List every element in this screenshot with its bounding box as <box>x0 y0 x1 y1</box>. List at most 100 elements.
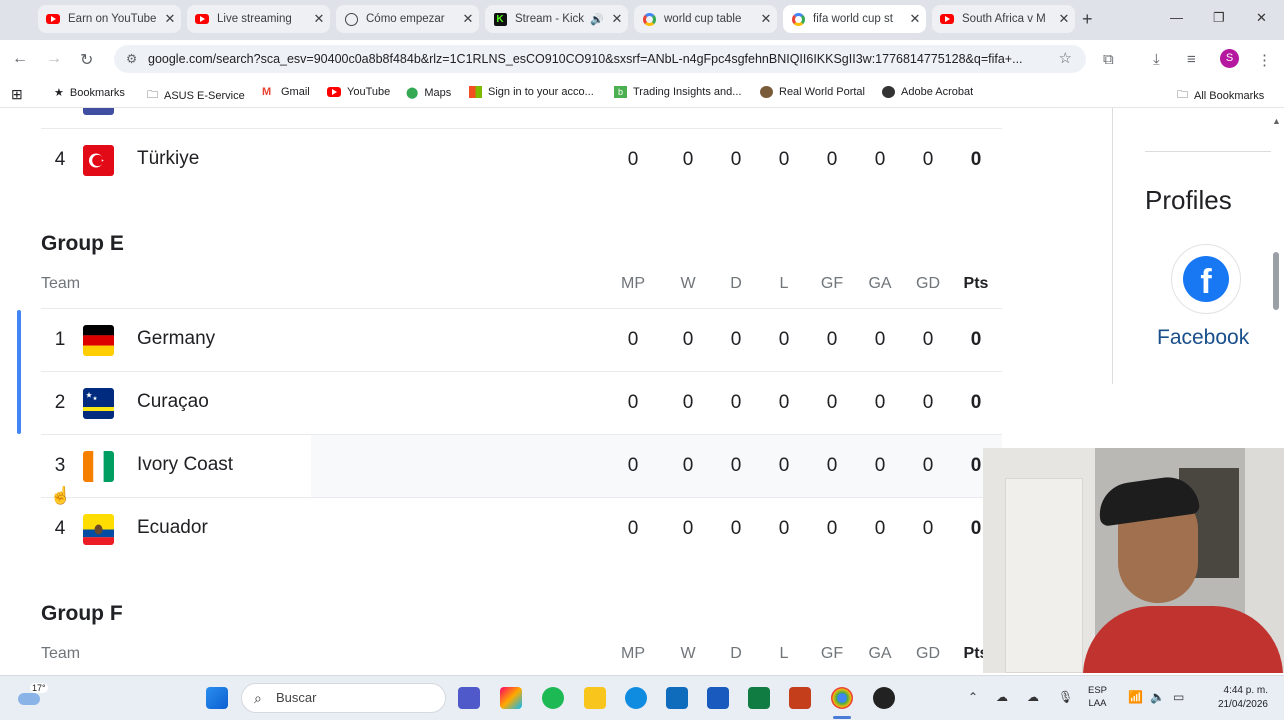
bookmark-star-icon[interactable]: ☆ <box>1059 45 1072 73</box>
table-row-hover[interactable]: 3 Ivory Coast 0 0 0 0 0 0 0 0 <box>41 434 1002 497</box>
table-row[interactable]: 1 Germany 0 0 0 0 0 0 0 0 <box>41 308 1002 371</box>
close-tab-icon[interactable]: ✕ <box>308 11 330 27</box>
tab-fifa-world-cup[interactable]: fifa world cup st ✕ <box>783 5 926 33</box>
bookmark-adobe[interactable]: Adobe Acrobat <box>882 86 973 98</box>
tab-title: Stream - Kick <box>515 13 585 25</box>
close-tab-icon[interactable]: ✕ <box>606 11 628 27</box>
download-icon[interactable]: ⤓ <box>1153 51 1160 68</box>
wifi-icon[interactable]: 📶 <box>1128 690 1143 704</box>
scrollbar-thumb[interactable] <box>1273 252 1279 310</box>
chrome-icon[interactable] <box>831 687 853 709</box>
stat-l: 0 <box>778 392 790 413</box>
obs-icon[interactable] <box>873 687 895 709</box>
close-tab-icon[interactable]: ✕ <box>457 11 479 27</box>
word-icon[interactable] <box>707 687 729 709</box>
stat-gd: 0 <box>922 455 934 476</box>
team-name[interactable]: Türkiye <box>137 148 199 170</box>
row-position: 4 <box>54 149 66 170</box>
team-name[interactable]: Germany <box>137 328 215 350</box>
scroll-up-icon[interactable]: ▲ <box>1272 116 1281 126</box>
language-indicator[interactable]: ESP LAA <box>1088 684 1107 710</box>
stat-pts: 0 <box>970 149 982 170</box>
spotify-icon[interactable] <box>542 687 564 709</box>
bookmark-maps[interactable]: ⬤ Maps <box>406 86 451 100</box>
table-header: Team MP W D L GF GA GD Pts <box>41 275 1002 305</box>
bookmark-label: Bookmarks <box>69 86 125 99</box>
stat-gf: 0 <box>826 392 838 413</box>
stat-ga: 0 <box>874 329 886 350</box>
tab-south-africa[interactable]: South Africa v M ✕ <box>932 5 1075 33</box>
minimize-button[interactable]: — <box>1170 10 1183 25</box>
copilot-icon[interactable] <box>500 687 522 709</box>
stat-l: 0 <box>778 149 790 170</box>
bookmark-real-world[interactable]: Real World Portal <box>760 86 865 98</box>
profile-avatar[interactable]: S <box>1220 49 1239 68</box>
bookmark-bookmarks[interactable]: ★ Bookmarks <box>54 86 125 100</box>
chevron-up-icon[interactable]: ⌃ <box>968 690 978 704</box>
col-team: Team <box>41 645 81 662</box>
table-row[interactable]: 2 Curaçao 0 0 0 0 0 0 0 0 <box>41 371 1002 434</box>
row-position: 3 <box>54 455 66 476</box>
reload-icon[interactable]: ↻ <box>80 50 93 70</box>
weather-widget[interactable]: 17° <box>18 683 48 707</box>
team-name[interactable]: Ivory Coast <box>137 454 233 476</box>
tab-kick-stream[interactable]: K Stream - Kick 🔊 ✕ <box>485 5 628 33</box>
tab-world-cup-table[interactable]: world cup table ✕ <box>634 5 777 33</box>
menu-icon[interactable]: ⋮ <box>1257 51 1272 69</box>
table-row[interactable]: 4 Türkiye 0 0 0 0 0 0 0 0 <box>41 128 1002 191</box>
table-row[interactable]: 4 Ecuador 0 0 0 0 0 0 0 0 <box>41 497 1002 560</box>
facebook-profile-button[interactable]: f <box>1171 244 1241 314</box>
maximize-button[interactable]: ❐ <box>1213 10 1225 26</box>
close-window-button[interactable]: ✕ <box>1256 10 1267 26</box>
stat-gf: 0 <box>826 329 838 350</box>
close-tab-icon[interactable]: ✕ <box>755 11 777 27</box>
col-gf: GF <box>820 645 844 662</box>
facebook-label[interactable]: Facebook <box>1157 326 1249 350</box>
close-tab-icon[interactable]: ✕ <box>159 11 181 27</box>
close-tab-icon[interactable]: ✕ <box>1053 11 1075 27</box>
extensions-icon[interactable]: ⧉ <box>1103 51 1114 68</box>
forward-arrow-icon[interactable]: → <box>46 50 62 68</box>
bookmark-youtube[interactable]: YouTube <box>327 86 390 98</box>
all-bookmarks[interactable]: 🗀 All Bookmarks <box>1177 86 1264 105</box>
tab-como-empezar[interactable]: Cómo empezar ✕ <box>336 5 479 33</box>
taskbar-search[interactable]: ⌕ Buscar <box>241 683 446 713</box>
youtube-icon <box>195 12 209 26</box>
hand-cursor-icon: ☝ <box>50 486 72 505</box>
team-name[interactable]: Ecuador <box>137 517 208 539</box>
apps-grid-icon[interactable]: ⊞ <box>11 86 23 103</box>
windows-start-icon[interactable] <box>206 687 228 709</box>
bookmark-gmail[interactable]: M Gmail <box>262 86 310 98</box>
cloud-icon[interactable]: ☁ <box>1027 690 1039 704</box>
bookmark-sign-in[interactable]: Sign in to your acco... <box>469 86 594 98</box>
battery-icon[interactable]: ▭ <box>1173 690 1184 704</box>
media-control-icon[interactable]: ≡ <box>1187 51 1196 68</box>
bookmark-trading[interactable]: b Trading Insights and... <box>614 86 741 98</box>
bookmark-asus[interactable]: 🗀 ASUS E-Service <box>147 86 245 105</box>
teams-icon[interactable] <box>458 687 480 709</box>
back-arrow-icon[interactable]: ← <box>12 50 28 68</box>
youtube-icon <box>46 12 60 26</box>
tab-live-streaming[interactable]: Live streaming ✕ <box>187 5 330 33</box>
new-tab-button[interactable]: + <box>1082 9 1093 30</box>
col-d: D <box>730 645 742 662</box>
microphone-icon[interactable]: 🎙 <box>1058 690 1073 704</box>
edge-icon[interactable] <box>625 687 647 709</box>
outlook-icon[interactable] <box>666 687 688 709</box>
site-info-icon[interactable]: ⚙ <box>126 45 137 73</box>
team-name[interactable]: Curaçao <box>137 391 209 413</box>
file-explorer-icon[interactable] <box>584 687 606 709</box>
address-bar[interactable]: ⚙ google.com/search?sca_esv=90400c0a8b8f… <box>114 45 1086 73</box>
onedrive-icon[interactable]: ☁ <box>996 690 1008 704</box>
volume-icon[interactable]: 🔈 <box>1150 690 1165 704</box>
speaker-icon[interactable]: 🔊 <box>590 13 604 26</box>
flag-curacao <box>83 388 114 419</box>
stat-ga: 0 <box>874 149 886 170</box>
clock[interactable]: 4:44 p. m. 21/04/2026 <box>1202 684 1268 712</box>
excel-icon[interactable] <box>748 687 770 709</box>
close-tab-icon[interactable]: ✕ <box>904 11 926 27</box>
windows-taskbar: 17° ⌕ Buscar ⌃ ☁ ☁ 🎙 ESP LAA 📶 🔈 ▭ 4:44 … <box>0 675 1284 720</box>
tab-earn-on-youtube[interactable]: Earn on YouTube ✕ <box>38 5 181 33</box>
col-l: L <box>779 275 789 292</box>
powerpoint-icon[interactable] <box>789 687 811 709</box>
